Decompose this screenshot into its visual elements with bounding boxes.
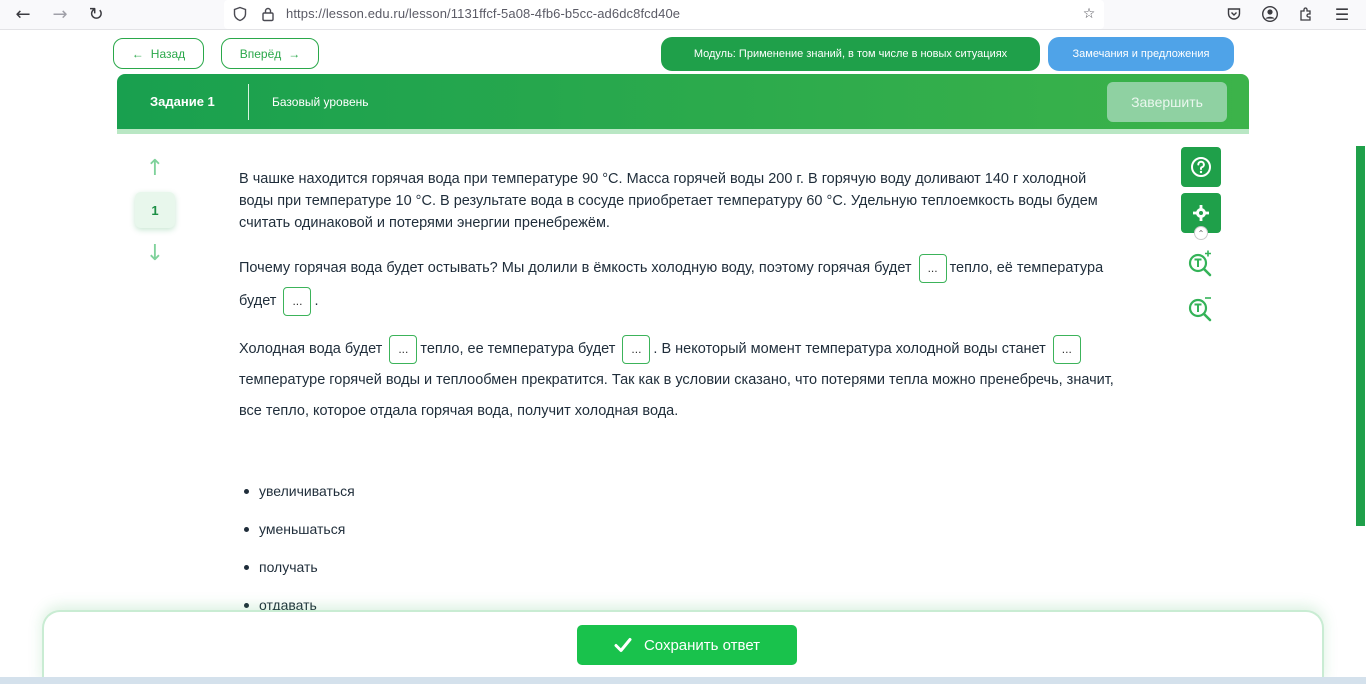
text-segment: температуре горячей воды и теплообмен пр… <box>239 372 1114 419</box>
save-answer-button[interactable]: Сохранить ответ <box>577 625 797 665</box>
text-segment: . <box>314 293 319 309</box>
arrow-up-icon[interactable]: ↑ <box>144 156 166 181</box>
question-content: В чашке находится горячая вода при темпе… <box>239 168 1119 447</box>
zoom-in-text-icon[interactable] <box>1184 247 1216 279</box>
save-answer-label: Сохранить ответ <box>643 636 761 654</box>
answer-blank-3[interactable]: ... <box>389 334 418 364</box>
problem-statement: В чашке находится горячая вода при темпе… <box>239 171 1098 231</box>
answer-blank-4[interactable]: ... <box>622 334 651 364</box>
help-button[interactable] <box>1181 147 1221 187</box>
answer-option-label: получать <box>259 559 318 575</box>
header-accent-strip <box>117 129 1249 134</box>
task-level: Базовый уровень <box>272 95 369 109</box>
answer-option[interactable]: получать <box>244 548 355 586</box>
zoom-out-text-icon[interactable] <box>1184 292 1216 324</box>
question-mark-icon <box>1191 157 1211 177</box>
text-segment: Холодная вода будет <box>239 341 383 357</box>
collapse-tools-chevron-icon[interactable]: ⌃ <box>1194 226 1208 240</box>
browser-toolbar: ← → ↻ https://lesson.edu.ru/lesson/1131f… <box>0 0 1366 30</box>
browser-forward-icon[interactable]: → <box>47 2 73 26</box>
forward-button-label: Вперёд <box>239 46 282 61</box>
text-segment: Почему горячая вода будет остывать? Мы д… <box>239 260 912 276</box>
taskbar-strip <box>0 677 1366 684</box>
notes-button[interactable]: Замечания и предложения <box>1048 37 1234 71</box>
text-segment: тепло, ее температура будет <box>420 341 616 357</box>
finish-button[interactable]: Завершить <box>1107 82 1227 122</box>
answer-options-list: увеличиваться уменьшаться получать отдав… <box>244 472 355 624</box>
bullet-icon <box>244 526 249 532</box>
bullet-icon <box>244 488 249 494</box>
back-button[interactable]: ← Назад <box>113 38 204 69</box>
shield-icon[interactable] <box>230 4 250 24</box>
answer-blank-1[interactable]: ... <box>918 253 947 283</box>
pocket-icon[interactable] <box>1222 3 1246 25</box>
url-text: https://lesson.edu.ru/lesson/1131ffcf-5a… <box>286 6 681 21</box>
answer-option[interactable]: увеличиваться <box>244 472 355 510</box>
arrow-right-icon: → <box>288 46 301 61</box>
text-segment: . В некоторый момент температура холодно… <box>653 341 1046 357</box>
account-icon[interactable] <box>1258 3 1282 25</box>
menu-icon[interactable]: ☰ <box>1330 3 1354 25</box>
back-button-label: Назад <box>150 46 186 61</box>
forward-button[interactable]: Вперёд → <box>221 38 319 69</box>
extensions-icon[interactable] <box>1294 3 1318 25</box>
question-paragraph-1: Почему горячая вода будет остывать? Мы д… <box>239 252 1119 318</box>
arrow-down-icon[interactable]: ↓ <box>144 241 166 266</box>
checkmark-icon <box>614 638 632 652</box>
bullet-icon <box>244 602 249 608</box>
bullet-icon <box>244 564 249 570</box>
gear-icon <box>1193 205 1209 221</box>
task-header: Задание 1 Базовый уровень Завершить <box>117 74 1249 130</box>
browser-back-icon[interactable]: ← <box>10 2 36 26</box>
answer-blank-5[interactable]: ... <box>1052 334 1081 364</box>
question-number-button[interactable]: 1 <box>135 192 175 228</box>
question-paragraph-2: Холодная вода будет ... тепло, ее темпера… <box>239 334 1119 427</box>
answer-option-label: уменьшаться <box>259 521 346 537</box>
answer-option[interactable]: уменьшаться <box>244 510 355 548</box>
address-bar[interactable]: https://lesson.edu.ru/lesson/1131ffcf-5a… <box>224 0 1104 29</box>
arrow-left-icon: ← <box>131 46 144 61</box>
task-number: Задание 1 <box>150 94 215 109</box>
answer-option-label: увеличиваться <box>259 483 355 499</box>
header-divider <box>248 84 249 120</box>
bookmark-star-icon[interactable]: ☆ <box>1079 4 1099 24</box>
answer-blank-2[interactable]: ... <box>283 286 312 316</box>
module-button[interactable]: Модуль: Применение знаний, в том числе в… <box>661 37 1040 71</box>
lock-icon[interactable] <box>258 4 278 24</box>
reload-icon[interactable]: ↻ <box>83 2 109 26</box>
page-scrollbar[interactable] <box>1356 146 1365 526</box>
